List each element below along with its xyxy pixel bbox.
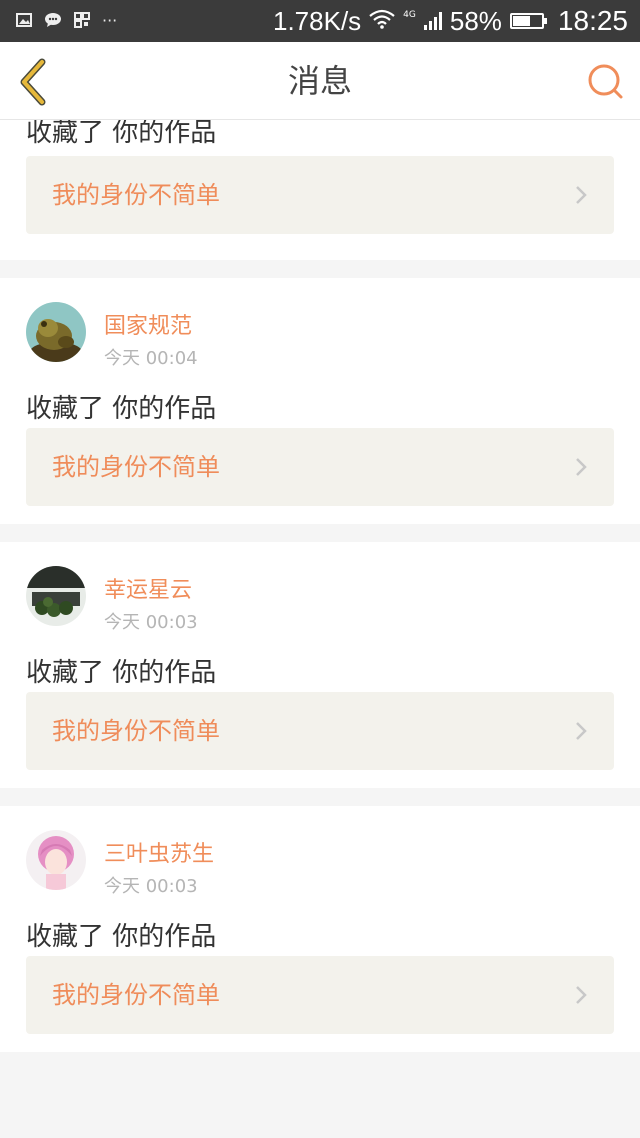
work-title: 我的身份不简单 <box>52 717 220 745</box>
page-title: 消息 <box>287 62 352 100</box>
app-header: 消息 <box>0 42 640 120</box>
timestamp: 今天 00:03 <box>104 612 198 633</box>
more-dots-icon: ··· <box>102 11 118 30</box>
clock: 18:25 <box>557 5 628 36</box>
user-name[interactable]: 三叶虫苏生 <box>104 836 214 868</box>
avatar[interactable] <box>26 302 86 362</box>
battery-level-fill <box>512 16 531 26</box>
work-link[interactable]: 我的身份不简单 <box>26 156 614 234</box>
avatar[interactable] <box>26 830 86 890</box>
wifi-icon <box>369 9 395 33</box>
net-speed: 1.78K/s <box>273 5 362 36</box>
user-name[interactable]: 幸运星云 <box>104 572 192 604</box>
message-card: 国家规范 今天 00:04 收藏了 你的作品 我的身份不简单 <box>0 278 640 524</box>
chevron-right-icon <box>576 458 587 476</box>
network-type: 4G <box>403 10 416 20</box>
message-action: 收藏了 你的作品 <box>26 922 217 952</box>
signal-icon <box>423 12 442 30</box>
avatar[interactable] <box>26 566 86 626</box>
work-link[interactable]: 我的身份不简单 <box>26 956 614 1034</box>
user-name[interactable]: 国家规范 <box>104 308 192 340</box>
timestamp: 今天 00:04 <box>104 348 198 369</box>
message-card: 三叶虫苏生 今天 00:03 收藏了 你的作品 我的身份不简单 <box>0 806 640 1052</box>
chevron-right-icon <box>576 186 587 204</box>
status-bar: ··· 1.78K/s 4G 58% 18:25 <box>0 0 640 42</box>
search-button[interactable] <box>586 62 626 102</box>
message-action: 收藏了 你的作品 <box>26 394 217 424</box>
search-icon <box>588 64 623 99</box>
battery-icon <box>509 13 547 29</box>
work-link[interactable]: 我的身份不简单 <box>26 428 614 506</box>
work-title: 我的身份不简单 <box>52 453 220 481</box>
battery-percent: 58% <box>449 5 502 36</box>
message-list: 收藏了 你的作品 我的身份不简单 国家规范 今天 00:04 收藏了 你的作品 <box>0 120 640 1070</box>
timestamp: 今天 00:03 <box>104 876 198 897</box>
work-title: 我的身份不简单 <box>52 981 220 1009</box>
image-icon <box>16 12 32 30</box>
chevron-right-icon <box>576 986 587 1004</box>
work-title: 我的身份不简单 <box>52 181 220 209</box>
message-card: 收藏了 你的作品 我的身份不简单 <box>0 120 640 260</box>
message-bubble-icon <box>44 12 62 31</box>
message-card: 幸运星云 今天 00:03 收藏了 你的作品 我的身份不简单 <box>0 542 640 788</box>
work-link[interactable]: 我的身份不简单 <box>26 692 614 770</box>
message-action: 收藏了 你的作品 <box>26 120 217 148</box>
message-action: 收藏了 你的作品 <box>26 658 217 688</box>
chevron-right-icon <box>576 722 587 740</box>
grid-icon <box>74 11 90 31</box>
